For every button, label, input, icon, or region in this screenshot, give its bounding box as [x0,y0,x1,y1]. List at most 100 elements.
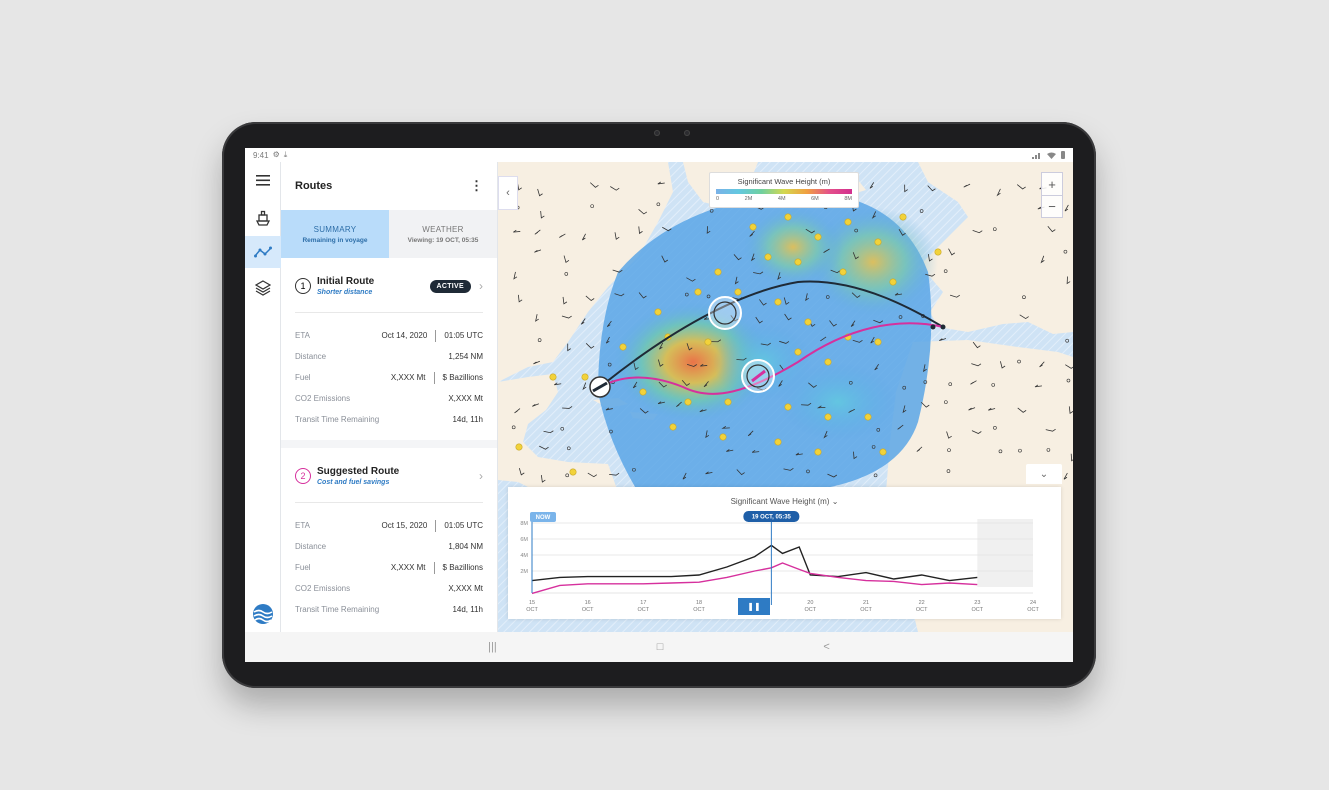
tab-weather-sub: Viewing: 19 OCT, 05:35 [407,236,479,244]
weather-marker[interactable] [874,338,882,346]
panel-title: Routes [295,180,333,192]
route-name: Suggested Route [317,466,400,477]
weather-marker[interactable] [814,233,822,241]
weather-marker[interactable] [794,348,802,356]
weather-marker[interactable] [774,438,782,446]
stat-transit: Transit Time Remaining 14d, 11h [295,409,483,430]
route-card-initial[interactable]: 1 Initial Route Shorter distance ACTIVE … [281,258,497,304]
weather-map[interactable]: ‹ Significant Wave Height (m) 0 2M 4M 6M… [498,162,1073,632]
collapse-chart-button[interactable]: ⌄ [1026,464,1062,484]
stat-separator [435,519,437,532]
wave-height-chart[interactable]: 8M6M4M2M15OCT16OCT17OCT18OCT19OCT20OCT21… [508,487,1061,619]
weather-marker[interactable] [714,268,722,276]
legend-ticks: 0 2M 4M 6M 8M [716,196,852,202]
collapse-panel-button[interactable]: ‹ [498,176,518,210]
legend-tick: 2M [744,196,753,202]
weather-marker[interactable] [749,223,757,231]
stat-value: X,XXX Mt [448,394,483,403]
vessel-button[interactable] [245,202,281,234]
stat-value: $ Bazillions [442,373,483,382]
stat-value: 1,254 NM [448,352,483,361]
stat-label: Transit Time Remaining [295,415,380,424]
weather-marker[interactable] [824,413,832,421]
stat-separator [435,329,437,342]
stat-value: Oct 15, 2020 [381,521,428,530]
plus-icon: + [1048,176,1056,192]
stat-fuel: Fuel X,XXX Mt $ Bazillions [295,557,483,578]
hamburger-icon [256,174,270,186]
weather-marker[interactable] [804,318,812,326]
weather-marker[interactable] [784,403,792,411]
weather-marker[interactable] [774,298,782,306]
y-tick-label: 2M [520,569,528,575]
weather-marker[interactable] [704,338,712,346]
weather-marker[interactable] [934,248,942,256]
legend-tick: 0 [716,196,720,202]
weather-marker[interactable] [569,468,577,476]
weather-marker[interactable] [619,343,627,351]
wifi-icon [1047,152,1056,159]
stat-co2: CO2 Emissions X,XXX Mt [295,388,483,409]
zoom-in-button[interactable]: + [1042,173,1062,195]
weather-marker[interactable] [515,443,523,451]
tab-summary[interactable]: SUMMARY Remaining in voyage [281,210,389,258]
recents-button[interactable]: ||| [488,641,497,653]
route-subtitle: Shorter distance [317,289,373,296]
weather-marker[interactable] [814,448,822,456]
port-marker [930,324,936,330]
y-tick-label: 8M [520,521,528,527]
more-options-icon[interactable]: ⋮ [470,178,483,194]
status-badge: ACTIVE [429,279,471,293]
playback-button[interactable]: ❚❚ [738,598,770,615]
weather-marker[interactable] [764,253,772,261]
weather-marker[interactable] [864,413,872,421]
weather-marker[interactable] [784,213,792,221]
route-icon [254,246,272,258]
weather-marker[interactable] [879,448,887,456]
minus-icon: − [1048,199,1056,214]
weather-marker[interactable] [719,433,727,441]
stat-label: CO2 Emissions [295,394,351,403]
x-tick-month: OCT [805,607,817,613]
routes-button[interactable] [245,236,281,268]
weather-marker[interactable] [899,213,907,221]
layers-button[interactable] [245,272,281,304]
download-status-icon: ⤓ [283,150,288,159]
weather-marker[interactable] [844,218,852,226]
weather-marker[interactable] [889,278,897,286]
weather-marker[interactable] [874,238,882,246]
x-tick-day: 16 [585,600,591,606]
route-card-suggested[interactable]: 2 Suggested Route Cost and fuel savings … [281,448,497,494]
x-tick-day: 22 [919,600,925,606]
weather-marker[interactable] [839,268,847,276]
weather-marker[interactable] [824,358,832,366]
weather-marker[interactable] [581,373,589,381]
chevron-down-icon: ⌄ [1039,468,1049,480]
pause-icon: ❚❚ [747,602,761,611]
weather-marker[interactable] [794,258,802,266]
tab-weather[interactable]: WEATHER Viewing: 19 OCT, 05:35 [389,210,497,258]
stat-label: ETA [295,521,310,530]
zoom-out-button[interactable]: − [1042,195,1062,217]
weather-marker[interactable] [724,398,732,406]
home-button[interactable]: □ [657,641,664,653]
route-stats-initial: ETA Oct 14, 2020 01:05 UTC Distance 1,25… [281,321,497,434]
x-tick-day: 15 [529,600,535,606]
weather-marker[interactable] [669,423,677,431]
signal-icon [1032,152,1040,159]
legend-tick: 6M [811,196,819,202]
weather-marker[interactable] [639,388,647,396]
weather-marker[interactable] [684,398,692,406]
divider [295,502,483,503]
menu-button[interactable] [245,164,281,196]
stat-eta: ETA Oct 15, 2020 01:05 UTC [295,515,483,536]
weather-marker[interactable] [734,288,742,296]
panel-header: Routes ⋮ [281,162,497,210]
legend-title: Significant Wave Height (m) [737,177,831,186]
chevron-right-icon: › [479,279,483,293]
weather-marker[interactable] [654,308,662,316]
back-button[interactable]: < [823,641,829,653]
weather-marker[interactable] [694,288,702,296]
weather-marker[interactable] [549,373,557,381]
tablet-screen: 9:41 ⚙ ⤓ Routes ⋮ SUMMARY Remaining in v… [245,148,1073,662]
